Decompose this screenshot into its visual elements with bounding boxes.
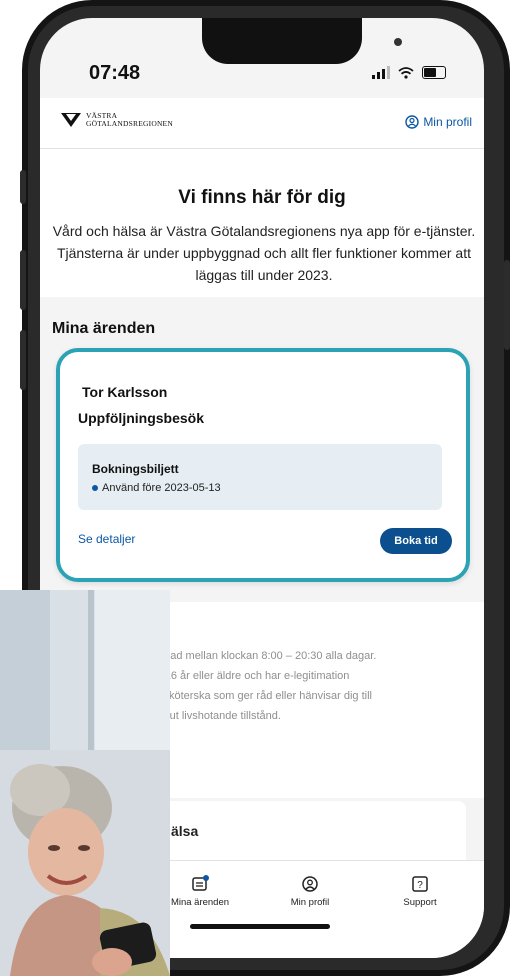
ticket-date-row: Använd före 2023-05-13 bbox=[92, 482, 221, 494]
hero-section: Vi finns här för dig Vård och hälsa är V… bbox=[40, 149, 484, 297]
nav-label: Min profil bbox=[290, 897, 330, 908]
booking-ticket: Bokningsbiljett Använd före 2023-05-13 bbox=[78, 444, 442, 510]
signal-icon bbox=[372, 66, 390, 79]
wifi-icon bbox=[398, 66, 414, 79]
hero-text: Vård och hälsa är Västra Götalandsregion… bbox=[52, 223, 476, 283]
question-icon: ? bbox=[412, 876, 428, 892]
woman-photo-illustration bbox=[0, 590, 170, 976]
svg-text:?: ? bbox=[417, 880, 423, 891]
logo-line2: GÖTALANDSREGIONEN bbox=[86, 119, 173, 128]
ticket-title: Bokningsbiljett bbox=[92, 462, 179, 476]
ticket-date: Använd före 2023-05-13 bbox=[102, 482, 221, 494]
status-icons bbox=[372, 66, 446, 79]
vgr-logo[interactable]: VÄSTRA GÖTALANDSREGIONEN bbox=[60, 112, 173, 128]
status-dot-icon bbox=[92, 485, 98, 491]
cases-section-title: Mina ärenden bbox=[52, 320, 156, 337]
profile-icon bbox=[405, 115, 420, 129]
info-text: nnad mellan klockan 8:00 – 20:30 alla da… bbox=[158, 646, 474, 726]
battery-icon bbox=[422, 66, 446, 79]
camera-icon bbox=[394, 38, 402, 46]
inbox-icon bbox=[192, 875, 209, 891]
nav-label: Mina ärenden bbox=[170, 897, 230, 908]
phone-side-button bbox=[504, 260, 510, 350]
book-appointment-button[interactable]: Boka tid bbox=[380, 528, 452, 554]
phone-side-button bbox=[20, 170, 26, 204]
home-indicator bbox=[190, 924, 330, 929]
header-profile-link[interactable]: Min profil bbox=[405, 115, 472, 129]
info-line: nnad mellan klockan 8:00 – 20:30 alla da… bbox=[158, 650, 377, 662]
info-line: ksköterska som ger råd eller hänvisar di… bbox=[158, 690, 372, 702]
nav-label: Support bbox=[403, 897, 437, 908]
header-profile-label: Min profil bbox=[423, 115, 472, 129]
notch bbox=[202, 18, 402, 64]
app-header: VÄSTRA GÖTALANDSREGIONEN Min profil bbox=[40, 98, 484, 149]
patient-name: Tor Karlsson bbox=[82, 384, 168, 400]
phone-side-button bbox=[20, 250, 26, 310]
see-details-link[interactable]: Se detaljer bbox=[78, 532, 135, 546]
vgr-logo-icon bbox=[61, 113, 81, 127]
case-card[interactable]: Tor Karlsson Uppföljningsbesök Bokningsb… bbox=[56, 348, 470, 582]
case-type: Uppföljningsbesök bbox=[78, 410, 204, 426]
health-card-title: älsa bbox=[171, 823, 199, 839]
status-time: 07:48 bbox=[89, 62, 141, 84]
phone-side-button bbox=[20, 330, 26, 390]
vgr-logo-text: VÄSTRA GÖTALANDSREGIONEN bbox=[86, 112, 173, 128]
info-line: akut livshotande tillstånd. bbox=[158, 710, 281, 722]
nav-item-min-profil[interactable]: Min profil bbox=[265, 875, 355, 908]
hero-title: Vi finns här för dig bbox=[178, 187, 346, 208]
woman-photo bbox=[0, 590, 170, 976]
nav-item-support[interactable]: ? Support bbox=[375, 875, 465, 908]
info-line: r 16 år eller äldre och har e-legitimati… bbox=[158, 670, 350, 682]
profile-icon bbox=[302, 876, 318, 892]
